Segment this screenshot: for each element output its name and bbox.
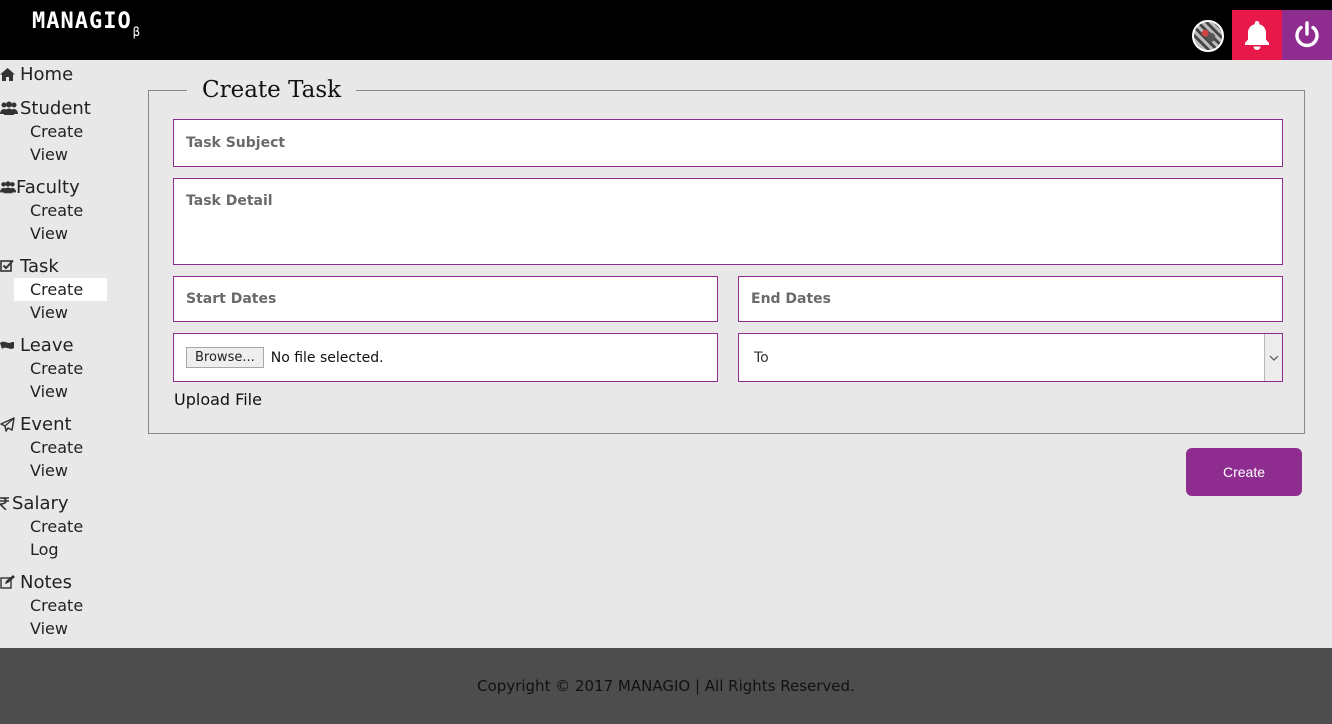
task-detail-placeholder: Task Detail <box>186 193 273 209</box>
logo-beta: β <box>132 25 140 39</box>
sidebar-item-label: Student <box>20 97 91 119</box>
task-detail-textarea[interactable]: Task Detail <box>173 178 1283 265</box>
flag-icon <box>0 337 18 353</box>
chevron-down-icon[interactable] <box>1264 334 1282 381</box>
sidebar-item-label: Notes <box>20 571 72 593</box>
file-status: No file selected. <box>270 349 384 366</box>
users-icon <box>0 179 16 195</box>
copyright-text: Copyright © 2017 MANAGIO | All Rights Re… <box>477 677 855 695</box>
sidebar-group-event: Event Create View <box>0 412 110 482</box>
sidebar-item-notes-create[interactable]: Create <box>0 594 110 617</box>
power-icon <box>1295 21 1319 48</box>
sidebar-item-student-create[interactable]: Create <box>0 120 110 143</box>
users-icon <box>0 100 18 116</box>
sidebar-item-salary-log[interactable]: Log <box>0 538 110 561</box>
sidebar-item-event[interactable]: Event <box>0 412 110 436</box>
end-date-input[interactable]: End Dates <box>738 276 1283 322</box>
sidebar-item-faculty-view[interactable]: View <box>0 222 110 245</box>
sidebar-item-home[interactable]: Home <box>0 62 110 86</box>
sidebar: Home Student Create View Faculty Create … <box>0 62 110 649</box>
bell-icon <box>1245 21 1269 50</box>
sidebar-item-label: Event <box>20 413 72 435</box>
top-bar: MANAGIOβ <box>0 0 1332 60</box>
sidebar-item-task-create[interactable]: Create <box>14 278 107 301</box>
sidebar-group-home: Home <box>0 62 110 86</box>
sidebar-group-leave: Leave Create View <box>0 333 110 403</box>
file-upload-input: Browse... No file selected. <box>173 333 718 382</box>
sidebar-item-salary[interactable]: Salary <box>0 491 110 515</box>
sidebar-item-student[interactable]: Student <box>0 96 110 120</box>
avatar[interactable] <box>1192 20 1224 52</box>
edit-icon <box>0 574 18 590</box>
page-title: Create Task <box>187 75 357 105</box>
task-subject-placeholder: Task Subject <box>186 135 286 151</box>
sidebar-item-leave-create[interactable]: Create <box>0 357 110 380</box>
sidebar-item-label: Leave <box>20 334 74 356</box>
sidebar-item-event-create[interactable]: Create <box>0 436 110 459</box>
start-date-placeholder: Start Dates <box>186 291 277 307</box>
sidebar-item-label: Task <box>20 255 59 277</box>
app-logo[interactable]: MANAGIOβ <box>32 9 140 45</box>
sidebar-group-notes: Notes Create View <box>0 570 110 640</box>
footer: Copyright © 2017 MANAGIO | All Rights Re… <box>0 648 1332 724</box>
sidebar-group-faculty: Faculty Create View <box>0 175 110 245</box>
sidebar-item-task[interactable]: Task <box>0 254 110 278</box>
create-task-fieldset: Create Task Task Subject Task Detail Sta… <box>148 75 1305 434</box>
sidebar-item-student-view[interactable]: View <box>0 143 110 166</box>
sidebar-item-leave-view[interactable]: View <box>0 380 110 403</box>
rupee-icon <box>0 495 10 511</box>
paper-plane-icon <box>0 416 18 432</box>
task-subject-input[interactable]: Task Subject <box>173 119 1283 167</box>
to-select[interactable]: To <box>738 333 1283 382</box>
upload-file-label: Upload File <box>174 390 262 409</box>
logo-text: MANAGIO <box>32 9 132 34</box>
start-date-input[interactable]: Start Dates <box>173 276 718 322</box>
sidebar-item-salary-create[interactable]: Create <box>0 515 110 538</box>
sidebar-item-notes[interactable]: Notes <box>0 570 110 594</box>
sidebar-item-label: Faculty <box>16 176 80 198</box>
sidebar-item-notes-view[interactable]: View <box>0 617 110 640</box>
power-button[interactable] <box>1282 10 1332 60</box>
sidebar-group-task: Task Create View <box>0 254 110 324</box>
sidebar-item-leave[interactable]: Leave <box>0 333 110 357</box>
create-button[interactable]: Create <box>1186 448 1302 496</box>
sidebar-item-event-view[interactable]: View <box>0 459 110 482</box>
notifications-button[interactable] <box>1232 10 1282 60</box>
sidebar-group-salary: Salary Create Log <box>0 491 110 561</box>
home-icon <box>0 66 18 82</box>
sidebar-item-label: Home <box>20 63 74 85</box>
sidebar-item-label: Salary <box>12 492 69 514</box>
sidebar-item-task-view[interactable]: View <box>0 301 110 324</box>
browse-button[interactable]: Browse... <box>186 347 264 368</box>
sidebar-item-faculty-create[interactable]: Create <box>0 199 110 222</box>
end-date-placeholder: End Dates <box>751 291 832 307</box>
to-select-value: To <box>754 349 769 366</box>
sidebar-item-faculty[interactable]: Faculty <box>0 175 110 199</box>
sidebar-group-student: Student Create View <box>0 96 110 166</box>
check-square-icon <box>0 258 18 274</box>
